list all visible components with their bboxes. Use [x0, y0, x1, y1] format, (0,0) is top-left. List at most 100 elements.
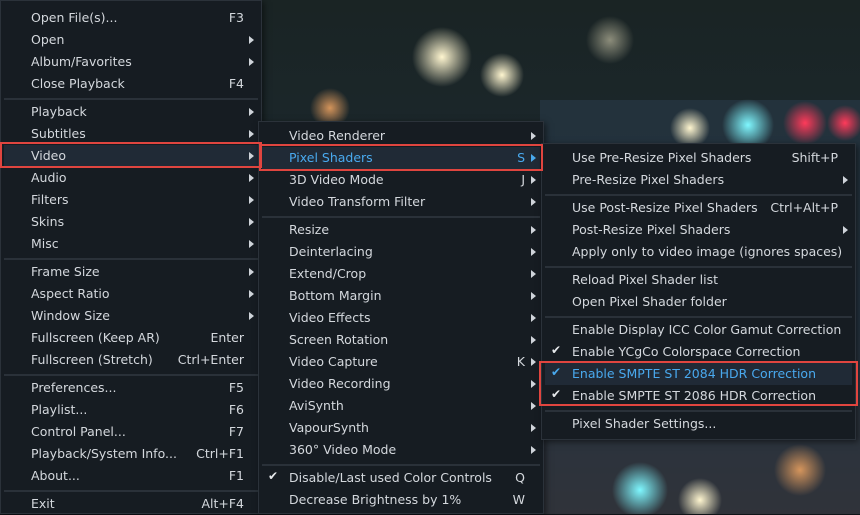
menu-item-label: Enable YCgCo Colorspace Correction — [572, 344, 801, 359]
menu-item-label: Misc — [31, 236, 59, 251]
menu-item-shortcut: S — [517, 150, 525, 165]
menu-item-bottom-margin[interactable]: Bottom Margin — [262, 285, 540, 307]
menu-item-skins[interactable]: Skins — [4, 211, 258, 233]
menu-item-fullscreen-keep-ar[interactable]: Fullscreen (Keep AR) Enter — [4, 327, 258, 349]
chevron-right-icon — [531, 132, 536, 140]
menu-item-use-post-resize-pixel-shaders[interactable]: Use Post-Resize Pixel Shaders Ctrl+Alt+P — [545, 197, 852, 219]
check-icon: ✔ — [550, 365, 562, 379]
chevron-right-icon — [531, 358, 536, 366]
menu-item-preferences[interactable]: Preferences... F5 — [4, 377, 258, 399]
menu-item-avisynth[interactable]: AviSynth — [262, 395, 540, 417]
menu-item-label: Enable Display ICC Color Gamut Correctio… — [572, 322, 842, 337]
menu-item-shortcut: F1 — [228, 468, 244, 483]
menu-item-open-file-s[interactable]: Open File(s)... F3 — [4, 7, 258, 29]
menu-item-shortcut: W — [512, 492, 525, 507]
menu-item-control-panel[interactable]: Control Panel... F7 — [4, 421, 258, 443]
menu-item-video-capture[interactable]: Video Capture K — [262, 351, 540, 373]
menu-item-pre-resize-pixel-shaders[interactable]: Pre-Resize Pixel Shaders — [545, 169, 852, 191]
chevron-right-icon — [249, 58, 254, 66]
menu-item-label: 360° Video Mode — [289, 442, 397, 457]
menu-item-aspect-ratio[interactable]: Aspect Ratio — [4, 283, 258, 305]
menu-item-post-resize-pixel-shaders[interactable]: Post-Resize Pixel Shaders — [545, 219, 852, 241]
menu-item-label: Filters — [31, 192, 69, 207]
menu-item-open-pixel-shader-folder[interactable]: Open Pixel Shader folder — [545, 291, 852, 313]
chevron-right-icon — [249, 268, 254, 276]
menu-item-pixel-shader-settings[interactable]: Pixel Shader Settings... — [545, 413, 852, 435]
menu-item-label: Video — [31, 148, 67, 163]
menu-item-screen-rotation[interactable]: Screen Rotation — [262, 329, 540, 351]
menu-item-3d-video-mode[interactable]: 3D Video Mode J — [262, 169, 540, 191]
chevron-right-icon — [249, 174, 254, 182]
chevron-right-icon — [531, 336, 536, 344]
chevron-right-icon — [249, 152, 254, 160]
menu-item-subtitles[interactable]: Subtitles — [4, 123, 258, 145]
menu-item-apply-only-to-video-image-ignores-spaces[interactable]: Apply only to video image (ignores space… — [545, 241, 852, 263]
menu-item-exit[interactable]: Exit Alt+F4 — [4, 493, 258, 515]
menu-item-playback[interactable]: Playback — [4, 101, 258, 123]
menu-item-label: Bottom Margin — [289, 288, 382, 303]
menu-item-disable-last-used-color-controls[interactable]: ✔ Disable/Last used Color Controls Q — [262, 467, 540, 489]
menu-item-label: Extend/Crop — [289, 266, 367, 281]
menu-item-video-recording[interactable]: Video Recording — [262, 373, 540, 395]
check-icon: ✔ — [550, 343, 562, 357]
menu-item-filters[interactable]: Filters — [4, 189, 258, 211]
menu-item-misc[interactable]: Misc — [4, 233, 258, 255]
menu-item-extend-crop[interactable]: Extend/Crop — [262, 263, 540, 285]
menu-item-label: 3D Video Mode — [289, 172, 384, 187]
chevron-right-icon — [531, 314, 536, 322]
menu-item-frame-size[interactable]: Frame Size — [4, 261, 258, 283]
menu-item-enable-smpte-st-2086-hdr-correction[interactable]: ✔ Enable SMPTE ST 2086 HDR Correction — [545, 385, 852, 407]
menu-item-album-favorites[interactable]: Album/Favorites — [4, 51, 258, 73]
menu-item-fullscreen-stretch[interactable]: Fullscreen (Stretch) Ctrl+Enter — [4, 349, 258, 371]
menu-separator — [545, 410, 852, 412]
menu-item-label: Audio — [31, 170, 67, 185]
menu-item-shortcut: F5 — [228, 380, 244, 395]
menu-item-playback-system-info[interactable]: Playback/System Info... Ctrl+F1 — [4, 443, 258, 465]
menu-item-reload-pixel-shader-list[interactable]: Reload Pixel Shader list — [545, 269, 852, 291]
chevron-right-icon — [531, 446, 536, 454]
menu-item-vapoursynth[interactable]: VapourSynth — [262, 417, 540, 439]
menu-item-enable-smpte-st-2084-hdr-correction[interactable]: ✔ Enable SMPTE ST 2084 HDR Correction — [545, 363, 852, 385]
menu-item-label: Playback — [31, 104, 87, 119]
menu-item-playlist[interactable]: Playlist... F6 — [4, 399, 258, 421]
chevron-right-icon — [531, 226, 536, 234]
menu-item-pixel-shaders[interactable]: Pixel Shaders S — [262, 147, 540, 169]
menu-item-shortcut: Alt+F4 — [201, 496, 244, 511]
chevron-right-icon — [249, 218, 254, 226]
menu-item-label: Enable SMPTE ST 2086 HDR Correction — [572, 388, 816, 403]
chevron-right-icon — [531, 248, 536, 256]
menu-item-label: Video Capture — [289, 354, 378, 369]
menu-item-label: Enable SMPTE ST 2084 HDR Correction — [572, 366, 816, 381]
menu-item-label: Subtitles — [31, 126, 86, 141]
menu-item-video-transform-filter[interactable]: Video Transform Filter — [262, 191, 540, 213]
menu-item-label: Fullscreen (Keep AR) — [31, 330, 160, 345]
menu-item-decrease-brightness-by-1[interactable]: Decrease Brightness by 1% W — [262, 489, 540, 511]
menu-item-open[interactable]: Open — [4, 29, 258, 51]
menu-item-label: Aspect Ratio — [31, 286, 110, 301]
menu-item-enable-ycgco-colorspace-correction[interactable]: ✔ Enable YCgCo Colorspace Correction — [545, 341, 852, 363]
menu-item-deinterlacing[interactable]: Deinterlacing — [262, 241, 540, 263]
menu-separator — [545, 316, 852, 318]
menu-item-video-renderer[interactable]: Video Renderer — [262, 125, 540, 147]
chevron-right-icon — [531, 198, 536, 206]
menu-item-about[interactable]: About... F1 — [4, 465, 258, 487]
menu-item-audio[interactable]: Audio — [4, 167, 258, 189]
pixel-shaders-submenu: Use Pre-Resize Pixel Shaders Shift+P Pre-R… — [541, 143, 856, 440]
menu-item-label: Video Recording — [289, 376, 391, 391]
menu-item-shortcut: F7 — [228, 424, 244, 439]
menu-item-video[interactable]: Video — [4, 145, 258, 167]
menu-item-shortcut: Ctrl+Enter — [177, 352, 244, 367]
menu-item-resize[interactable]: Resize — [262, 219, 540, 241]
menu-item-360-video-mode[interactable]: 360° Video Mode — [262, 439, 540, 461]
menu-item-use-pre-resize-pixel-shaders[interactable]: Use Pre-Resize Pixel Shaders Shift+P — [545, 147, 852, 169]
chevron-right-icon — [531, 176, 536, 184]
chevron-right-icon — [249, 290, 254, 298]
menu-item-shortcut: Ctrl+F1 — [196, 446, 244, 461]
menu-item-window-size[interactable]: Window Size — [4, 305, 258, 327]
menu-item-close-playback[interactable]: Close Playback F4 — [4, 73, 258, 95]
check-icon: ✔ — [267, 469, 279, 483]
menu-item-enable-display-icc-color-gamut-correction[interactable]: Enable Display ICC Color Gamut Correctio… — [545, 319, 852, 341]
menu-item-label: Use Pre-Resize Pixel Shaders — [572, 150, 752, 165]
menu-separator — [4, 98, 258, 100]
menu-item-video-effects[interactable]: Video Effects — [262, 307, 540, 329]
